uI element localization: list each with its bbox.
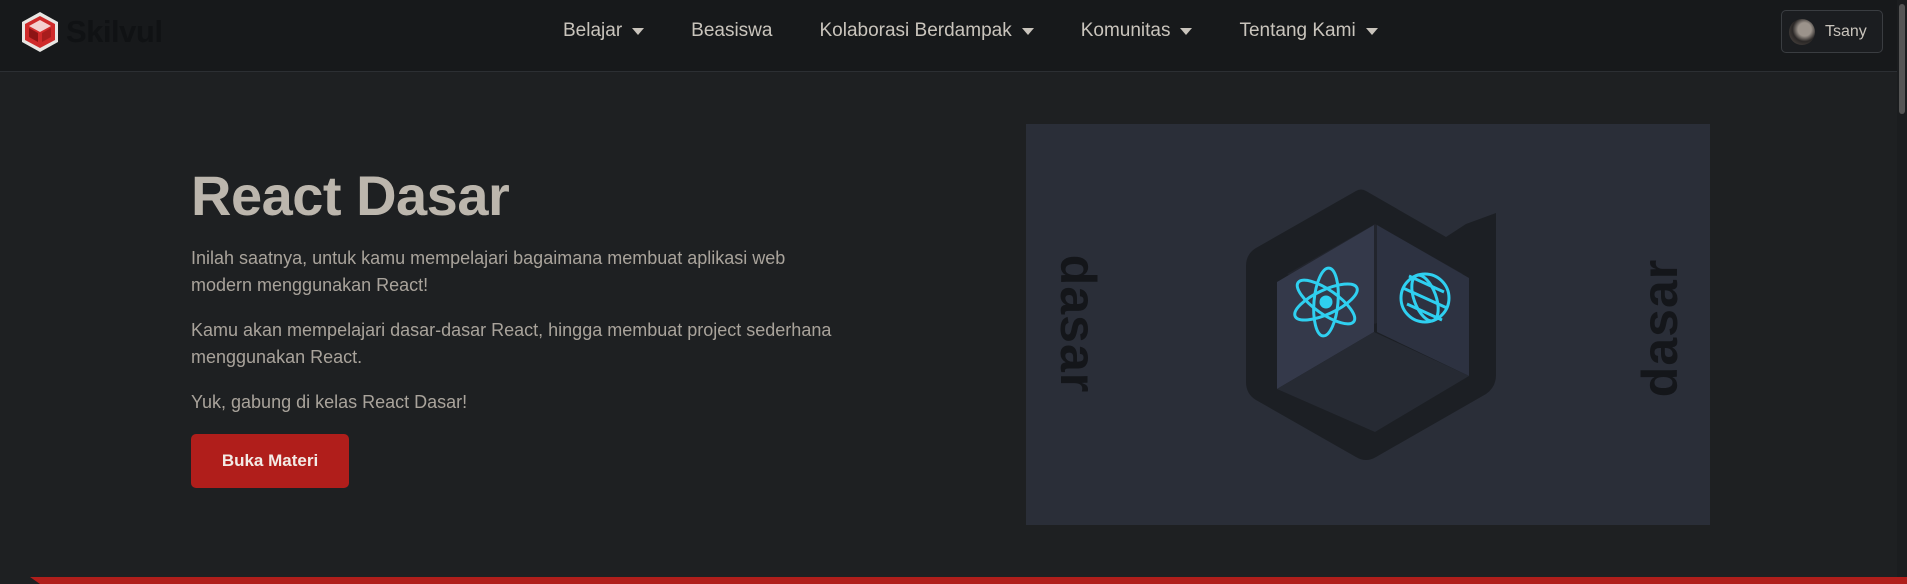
- brand-name: Skilvul: [66, 14, 163, 49]
- main-nav: Belajar Beasiswa Kolaborasi Berdampak Ko…: [563, 0, 1425, 62]
- nav-item-belajar[interactable]: Belajar: [563, 20, 645, 42]
- nav-item-komunitas[interactable]: Komunitas: [1081, 20, 1193, 42]
- skilvul-logo-icon: [22, 12, 58, 52]
- caret-down-icon: [632, 27, 645, 35]
- hero-paragraph-intro: Inilah saatnya, untuk kamu mempelajari b…: [191, 248, 786, 295]
- nav-item-beasiswa[interactable]: Beasiswa: [691, 20, 772, 42]
- top-navbar: Skilvul Belajar Beasiswa Kolaborasi Berd…: [0, 0, 1907, 72]
- user-menu-button[interactable]: Tsany: [1781, 10, 1883, 53]
- page-title: React Dasar: [191, 164, 510, 227]
- avatar: [1789, 18, 1815, 45]
- nav-item-tentang-kami[interactable]: Tentang Kami: [1239, 20, 1378, 42]
- nav-item-label: Tentang Kami: [1239, 20, 1356, 41]
- caret-down-icon: [1365, 27, 1378, 35]
- nav-item-label: Komunitas: [1080, 20, 1171, 41]
- brand-logo[interactable]: Skilvul: [18, 10, 163, 54]
- nav-item-kolaborasi-berdampak[interactable]: Kolaborasi Berdampak: [819, 20, 1034, 42]
- hero-paragraph-invite: Yuk, gabung di kelas React Dasar!: [191, 392, 468, 412]
- accent-bar-notch: [0, 577, 40, 584]
- open-material-button[interactable]: Buka Materi: [191, 434, 349, 488]
- scrollbar[interactable]: [1897, 0, 1907, 584]
- caret-down-icon: [1180, 27, 1193, 35]
- caret-down-icon: [1021, 27, 1034, 35]
- course-illustration: dasar dasar: [1026, 124, 1710, 525]
- hero-paragraph-details: Kamu akan mempelajari dasar-dasar React,…: [191, 320, 832, 367]
- cube-illustration: [1246, 189, 1496, 460]
- nav-item-label: Belajar: [563, 20, 623, 41]
- scrollbar-thumb[interactable]: [1899, 4, 1905, 114]
- user-name: Tsany: [1825, 22, 1867, 40]
- nav-item-label: Kolaborasi Berdampak: [819, 20, 1012, 41]
- nav-item-label: Beasiswa: [691, 20, 773, 41]
- bottom-accent-bar: [0, 577, 1907, 584]
